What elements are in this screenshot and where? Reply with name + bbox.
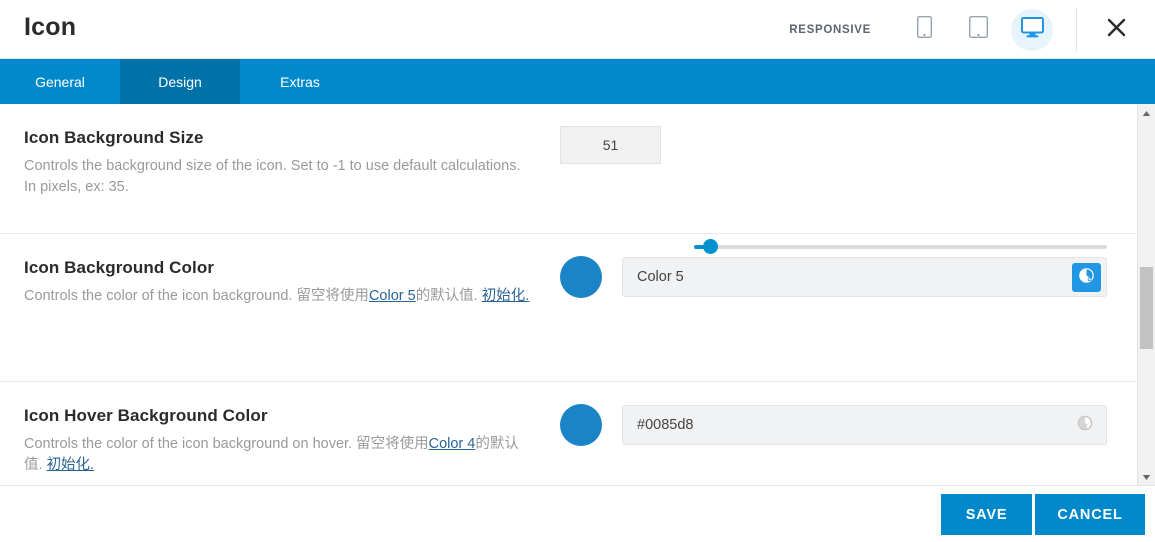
color-picker-icon (1077, 415, 1093, 435)
description-link-color[interactable]: Color 5 (369, 288, 416, 304)
tablet-icon (968, 15, 988, 43)
color-picker-button[interactable] (1076, 415, 1094, 435)
chevron-down-icon (1142, 468, 1151, 486)
setting-row-icon-hover-background-color: Icon Hover Background Color Controls the… (0, 382, 1137, 485)
color-value-text: Color 5 (637, 269, 684, 285)
desktop-icon (1020, 16, 1044, 43)
cancel-button[interactable]: CANCEL (1035, 494, 1145, 535)
scroll-down-button[interactable] (1138, 468, 1155, 485)
setting-description: Controls the color of the icon backgroun… (24, 434, 536, 476)
setting-row-text: Icon Background Color Controls the color… (0, 234, 560, 381)
setting-label: Icon Background Size (24, 128, 204, 147)
modal-header: Icon RESPONSIVE (0, 0, 1155, 59)
color-swatch[interactable] (560, 256, 602, 298)
scrollbar-thumb[interactable] (1140, 267, 1153, 349)
tab-bar: General Design Extras (0, 59, 1155, 113)
tab-extras[interactable]: Extras (240, 59, 360, 104)
hover-background-color-input[interactable]: #0085d8 (622, 405, 1107, 445)
device-button-mobile[interactable] (903, 9, 945, 51)
device-button-desktop[interactable] (1011, 8, 1053, 51)
description-link-reset[interactable]: 初始化. (47, 457, 95, 473)
color-swatch[interactable] (560, 404, 602, 446)
setting-label: Icon Hover Background Color (24, 406, 268, 425)
mobile-icon (916, 15, 932, 43)
setting-description: Controls the color of the icon backgroun… (24, 286, 536, 307)
background-color-input[interactable]: Color 5 (622, 257, 1107, 297)
header-divider (1076, 8, 1077, 52)
close-icon (1107, 18, 1126, 42)
setting-row-control: #0085d8 (560, 382, 1137, 485)
tab-design[interactable]: Design (120, 59, 240, 113)
setting-label: Icon Background Color (24, 258, 215, 277)
tab-general[interactable]: General (0, 59, 120, 104)
responsive-controls: RESPONSIVE (789, 0, 1059, 59)
setting-row-icon-background-size: Icon Background Size Controls the backgr… (0, 104, 1137, 254)
description-text-2: 的默认值. (415, 288, 482, 304)
color-value-text: #0085d8 (637, 417, 694, 433)
setting-row-text: Icon Hover Background Color Controls the… (0, 382, 560, 485)
setting-description: Controls the background size of the icon… (24, 158, 521, 195)
close-button[interactable] (1095, 10, 1137, 50)
save-button[interactable]: SAVE (941, 494, 1032, 535)
device-button-tablet[interactable] (957, 9, 999, 51)
icon-settings-modal: Icon RESPONSIVE General Design Extras Ic… (0, 0, 1155, 542)
page-title: Icon (24, 13, 77, 41)
content-scrollbar[interactable] (1137, 104, 1155, 485)
color-picker-button[interactable] (1072, 263, 1101, 292)
chevron-up-icon (1142, 104, 1151, 122)
scroll-up-button[interactable] (1138, 104, 1155, 121)
color-control: Color 5 (560, 256, 1107, 298)
setting-row-control: Color 5 (560, 234, 1137, 381)
setting-row-control: 51 (560, 104, 1137, 233)
description-link-reset[interactable]: 初始化. (482, 288, 530, 304)
modal-footer: SAVE CANCEL (0, 485, 1155, 542)
setting-row-text: Icon Background Size Controls the backgr… (0, 104, 560, 233)
background-size-input[interactable]: 51 (560, 126, 661, 164)
color-control: #0085d8 (560, 404, 1107, 446)
description-text-1: Controls the color of the icon backgroun… (24, 288, 369, 304)
description-text-1: Controls the color of the icon backgroun… (24, 436, 429, 452)
settings-scroll-area[interactable]: Icon Background Size Controls the backgr… (0, 104, 1137, 485)
responsive-label: RESPONSIVE (789, 23, 871, 36)
setting-row-icon-background-color: Icon Background Color Controls the color… (0, 234, 1137, 382)
description-link-color[interactable]: Color 4 (429, 436, 476, 452)
color-picker-icon (1078, 267, 1095, 288)
